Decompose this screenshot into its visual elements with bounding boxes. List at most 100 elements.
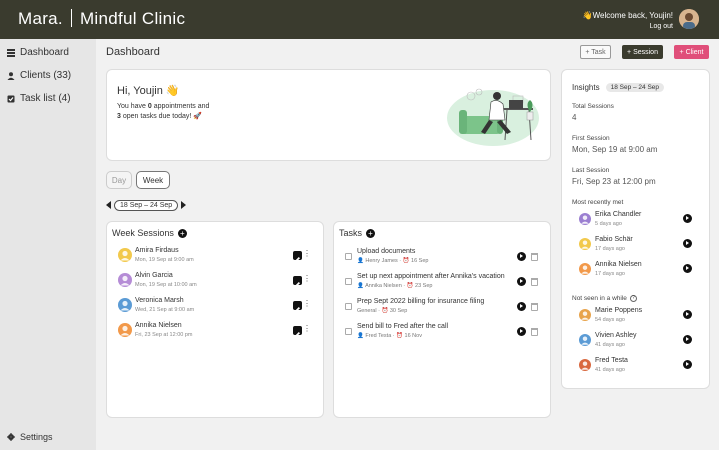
week-toggle[interactable]: Week — [136, 171, 170, 189]
greeting-summary: You have 0 appointments and 3 open tasks… — [117, 102, 209, 122]
task-title: Set up next appointment after Annika's v… — [357, 273, 505, 280]
insights-title: Insights — [572, 83, 600, 92]
sidebar-item-label: Dashboard — [20, 47, 69, 58]
task-row[interactable]: Prep Sept 2022 billing for insurance fil… — [334, 298, 550, 320]
open-client-icon[interactable] — [683, 360, 692, 369]
add-client-button[interactable]: + Client — [674, 45, 709, 59]
user-icon — [7, 71, 15, 80]
client-avatar — [579, 333, 591, 346]
add-session-icon[interactable]: + — [177, 228, 187, 238]
session-row[interactable]: Annika Nielsen Fri, 23 Sep at 12:00 pm ⋮ — [107, 321, 323, 343]
recent-client-row[interactable]: Erika Chandler 5 days ago — [562, 211, 709, 233]
unseen-clients-header: Not seen in a while ? — [572, 295, 637, 302]
task-meta: 👤 Henry James · ⏰ 16 Sep — [357, 258, 429, 264]
unseen-client-row[interactable]: Marie Poppens 54 days ago — [562, 307, 709, 329]
recent-client-row[interactable]: Fabio Schär 17 days ago — [562, 236, 709, 258]
open-task-icon[interactable] — [517, 252, 526, 261]
open-client-icon[interactable] — [683, 214, 692, 223]
open-task-icon[interactable] — [517, 277, 526, 286]
sidebar-item-settings[interactable]: Settings — [7, 432, 53, 442]
menu-icon — [7, 48, 15, 57]
recent-clients-label: Most recently met — [572, 199, 624, 206]
add-task-button[interactable]: + Task — [580, 45, 611, 59]
add-task-icon[interactable]: + — [366, 228, 376, 238]
more-options-icon[interactable]: ⋮ — [303, 250, 311, 258]
unseen-client-row[interactable]: Fred Testa 41 days ago — [562, 357, 709, 379]
date-range-pill[interactable]: 18 Sep – 24 Sep — [114, 199, 179, 211]
sidebar: Dashboard Clients (33) Task list (4) — [0, 39, 96, 450]
open-client-icon[interactable] — [683, 335, 692, 344]
sidebar-item-label: Task list (4) — [20, 93, 71, 104]
settings-label: Settings — [20, 432, 53, 442]
client-avatar — [118, 273, 132, 287]
sidebar-item-dashboard[interactable]: Dashboard — [7, 47, 69, 58]
more-options-icon[interactable]: ⋮ — [303, 300, 311, 308]
sidebar-item-label: Clients (33) — [20, 70, 72, 81]
sidebar-item-task-list[interactable]: Task list (4) — [7, 93, 71, 104]
user-avatar[interactable] — [679, 9, 699, 29]
checkbox-icon — [7, 95, 15, 102]
task-row[interactable]: Set up next appointment after Annika's v… — [334, 273, 550, 295]
client-name: Annika Nielsen — [595, 261, 642, 268]
client-name: Fabio Schär — [595, 236, 633, 243]
task-checkbox[interactable] — [345, 328, 352, 335]
insights-header: Insights 18 Sep – 24 Sep — [572, 83, 665, 92]
task-checkbox[interactable] — [345, 253, 352, 260]
first-session-label: First Session — [572, 135, 610, 142]
prev-week-icon[interactable] — [106, 201, 111, 209]
edit-note-icon[interactable] — [293, 276, 302, 287]
welcome-block: 👋Welcome back, Youjin! Log out — [583, 10, 673, 32]
edit-note-icon[interactable] — [293, 251, 302, 262]
client-avatar — [579, 262, 591, 275]
client-avatar — [118, 298, 132, 312]
trash-icon[interactable] — [531, 278, 538, 286]
first-session-value: Mon, Sep 19 at 9:00 am — [572, 145, 658, 154]
session-row[interactable]: Veronica Marsh Wed, 21 Sep at 9:00 am ⋮ — [107, 296, 323, 318]
client-avatar — [118, 323, 132, 337]
task-checkbox[interactable] — [345, 278, 352, 285]
client-avatar — [579, 358, 591, 371]
session-row[interactable]: Amira Firdaus Mon, 19 Sep at 9:00 am ⋮ — [107, 246, 323, 268]
client-avatar — [118, 248, 132, 262]
task-title: Prep Sept 2022 billing for insurance fil… — [357, 298, 485, 305]
day-toggle[interactable]: Day — [106, 171, 132, 189]
brand-divider — [70, 9, 72, 27]
sidebar-item-clients[interactable]: Clients (33) — [7, 70, 71, 81]
open-task-icon[interactable] — [517, 302, 526, 311]
open-client-icon[interactable] — [683, 264, 692, 273]
brand-name: Mara. — [18, 9, 63, 28]
trash-icon[interactable] — [531, 253, 538, 261]
last-seen: 41 days ago — [595, 342, 625, 348]
logout-link[interactable]: Log out — [583, 21, 673, 32]
task-row[interactable]: Upload documents 👤 Henry James · ⏰ 16 Sep — [334, 248, 550, 270]
week-sessions-header: Week Sessions + — [112, 228, 187, 238]
desk-illustration — [447, 88, 539, 146]
gear-icon — [7, 433, 15, 441]
more-options-icon[interactable]: ⋮ — [303, 275, 311, 283]
recent-client-row[interactable]: Annika Nielsen 17 days ago — [562, 261, 709, 283]
total-sessions-label: Total Sessions — [572, 103, 614, 110]
task-title: Send bill to Fred after the call — [357, 323, 449, 330]
session-client-name: Amira Firdaus — [135, 247, 179, 254]
session-row[interactable]: Alvin Garcia Mon, 19 Sep at 10:00 am ⋮ — [107, 271, 323, 293]
brand-logo[interactable]: Mara. Mindful Clinic — [18, 9, 185, 29]
trash-icon[interactable] — [531, 303, 538, 311]
edit-note-icon[interactable] — [293, 326, 302, 337]
total-sessions-value: 4 — [572, 113, 577, 122]
task-checkbox[interactable] — [345, 303, 352, 310]
task-meta: General · ⏰ 30 Sep — [357, 308, 408, 314]
task-row[interactable]: Send bill to Fred after the call 👤 Fred T… — [334, 323, 550, 345]
last-seen: 41 days ago — [595, 367, 625, 373]
open-task-icon[interactable] — [517, 327, 526, 336]
brand-suffix: Mindful Clinic — [79, 9, 186, 28]
edit-note-icon[interactable] — [293, 301, 302, 312]
more-options-icon[interactable]: ⋮ — [303, 325, 311, 333]
last-seen: 5 days ago — [595, 221, 622, 227]
trash-icon[interactable] — [531, 328, 538, 336]
open-client-icon[interactable] — [683, 310, 692, 319]
unseen-client-row[interactable]: Vivien Ashley 41 days ago — [562, 332, 709, 354]
open-client-icon[interactable] — [683, 239, 692, 248]
next-week-icon[interactable] — [181, 201, 187, 209]
help-icon[interactable]: ? — [629, 295, 637, 302]
add-session-button[interactable]: + Session — [622, 45, 663, 59]
